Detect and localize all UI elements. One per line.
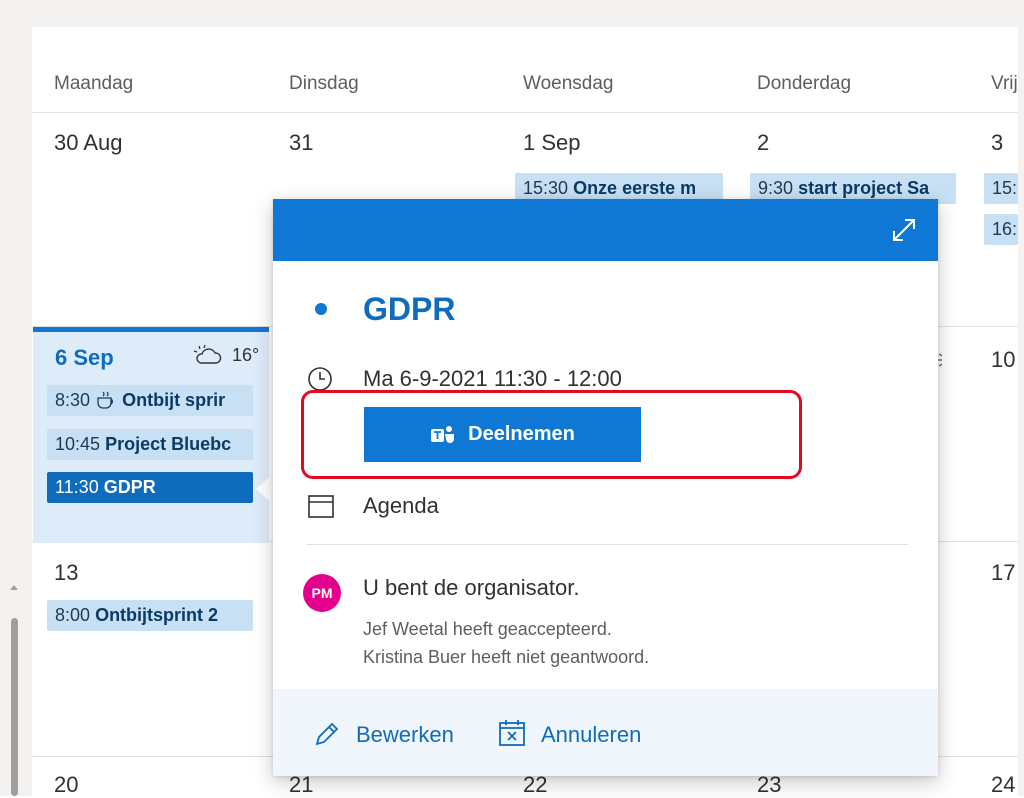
top-toolbar-area <box>0 0 1024 27</box>
weather-temp: 16° <box>232 345 260 365</box>
event-time: 16: <box>992 219 1018 239</box>
organizer-text: U bent de organisator. <box>363 575 580 600</box>
today-date[interactable]: 6 Sep <box>55 345 114 371</box>
date-cell-label[interactable]: 31 <box>289 130 313 156</box>
calendar-event[interactable]: 8:30 Ontbijt sprir <box>47 385 253 416</box>
scrollbar-thumb[interactable] <box>11 618 18 796</box>
calendar-icon <box>308 495 334 518</box>
clock-icon <box>308 367 332 391</box>
date-cell-label[interactable]: 2 <box>757 130 769 156</box>
attendee-response: Kristina Buer heeft niet geantwoord. <box>363 647 650 667</box>
event-time: 8:00 <box>55 605 91 625</box>
divider <box>307 544 908 545</box>
date-cell-label[interactable]: 13 <box>54 560 78 586</box>
calendar-event[interactable]: 15: <box>984 173 1018 204</box>
category-dot <box>315 303 327 315</box>
date-cell-label[interactable]: 17 <box>991 560 1015 586</box>
cancel-calendar-icon[interactable] <box>497 718 527 748</box>
event-time: 15:30 <box>523 178 569 198</box>
popup-header <box>273 199 938 261</box>
date-cell-label[interactable]: 1 Sep <box>523 130 581 156</box>
calendar-event-selected[interactable]: 11:30 GDPR <box>47 472 253 503</box>
event-title: Ontbijt sprir <box>122 390 226 410</box>
day-header-wednesday: Woensdag <box>523 73 614 94</box>
scroll-up-icon[interactable] <box>10 585 18 590</box>
pencil-icon[interactable] <box>313 720 341 748</box>
day-header-monday: Maandag <box>54 73 134 94</box>
popup-pointer <box>256 473 274 505</box>
expand-icon[interactable] <box>890 216 918 244</box>
cancel-event-button[interactable]: Annuleren <box>541 722 641 748</box>
event-title: Ontbijtsprint 2 <box>95 605 219 625</box>
right-margin <box>1018 0 1024 796</box>
partly-cloudy-icon <box>193 344 222 364</box>
sun-icon <box>938 353 943 367</box>
event-time: 9:30 <box>758 178 794 198</box>
event-time: 8:30 <box>55 390 91 410</box>
event-title: Onze eerste m <box>573 178 697 198</box>
date-cell-label[interactable]: 30 Aug <box>54 130 123 156</box>
grid-line <box>32 112 1018 113</box>
edit-button[interactable]: Bewerken <box>356 722 454 748</box>
calendar-name: Agenda <box>363 493 439 518</box>
date-cell-label[interactable]: 20 <box>54 772 78 798</box>
today-indicator <box>33 327 269 332</box>
event-time: 11:30 <box>55 477 99 497</box>
event-title: GDPR <box>103 477 156 497</box>
calendar-event[interactable]: 10:45 Project Bluebc <box>47 429 253 460</box>
day-header-thursday: Donderdag <box>757 73 852 94</box>
calendar-event[interactable]: 16: <box>984 214 1018 245</box>
day-header-friday: Vrij <box>991 73 1018 94</box>
day-header-tuesday: Dinsdag <box>289 73 359 94</box>
event-title-heading: GDPR <box>363 291 456 327</box>
event-title: start project Sa <box>798 178 930 198</box>
avatar: PM <box>303 574 341 612</box>
join-meeting-button[interactable]: Deelnemen <box>364 407 641 462</box>
date-cell-label[interactable]: 3 <box>991 130 1003 156</box>
event-datetime: Ma 6-9-2021 11:30 - 12:00 <box>363 366 622 391</box>
teams-icon <box>431 425 455 443</box>
attendee-response: Jef Weetal heeft geaccepteerd. <box>363 619 612 639</box>
event-time: 10:45 <box>55 434 101 454</box>
date-cell-label[interactable]: 24 <box>991 772 1015 798</box>
calendar-event[interactable]: 8:00 Ontbijtsprint 2 <box>47 600 253 631</box>
event-popup: GDPR Ma 6-9-2021 11:30 - 12:00 Deelnemen… <box>273 199 938 776</box>
coffee-icon <box>97 391 113 409</box>
event-title: Project Bluebc <box>105 434 232 454</box>
date-cell-label[interactable]: 10 <box>991 347 1015 373</box>
join-meeting-label: Deelnemen <box>468 423 575 445</box>
event-time: 15: <box>992 178 1018 198</box>
